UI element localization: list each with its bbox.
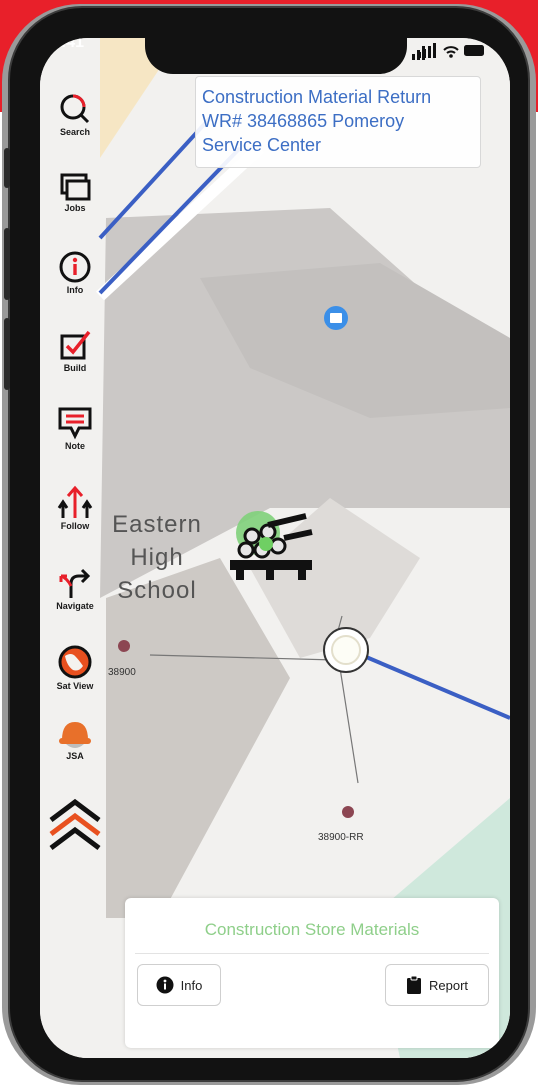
phone-screen: 9:41 Construction Material Return WR# 38… <box>40 38 510 1058</box>
info-circle-icon <box>156 976 174 994</box>
jsa-button[interactable]: JSA <box>40 716 110 761</box>
globe-icon <box>58 645 92 679</box>
panel-title: Construction Store Materials <box>204 920 420 939</box>
jobs-icon <box>60 173 91 201</box>
status-icons <box>418 43 484 58</box>
info-tool-button[interactable]: Info <box>40 250 110 295</box>
follow-icon <box>57 485 93 518</box>
jobs-label: Jobs <box>64 203 86 213</box>
point-label-38900: 38900 <box>108 667 136 678</box>
title-line-3: Service Center <box>202 135 322 155</box>
volume-down-button <box>4 318 10 390</box>
mute-switch <box>4 148 10 188</box>
title-line-1: Construction Material Return <box>202 87 432 107</box>
jobs-button[interactable]: Jobs <box>40 172 110 213</box>
navigate-icon <box>59 568 91 598</box>
note-icon <box>58 407 92 440</box>
info-button-label: Info <box>180 977 203 993</box>
note-button[interactable]: Note <box>40 406 110 451</box>
panel-divider <box>135 953 489 954</box>
material-panel: Construction Store Materials Info Report <box>125 898 499 1048</box>
search-label: Search <box>59 127 91 137</box>
title-line-2: WR# 38468865 Pomeroy <box>202 111 405 131</box>
report-button[interactable]: Report <box>385 964 489 1006</box>
point-38900-rr-marker <box>342 806 354 818</box>
info-button[interactable]: Info <box>137 964 221 1006</box>
work-request-title[interactable]: Construction Material Return WR# 3846886… <box>195 76 481 168</box>
tool-sidebar: Search Jobs Info Build Note Follow Navig… <box>40 82 110 902</box>
double-chevron-up-icon <box>49 798 101 850</box>
follow-label: Follow <box>60 521 90 531</box>
school-label-line-1: Eastern <box>112 511 202 538</box>
status-time: 9:41 <box>52 38 85 51</box>
school-label-line-3: School <box>117 577 197 604</box>
note-label: Note <box>65 441 85 451</box>
report-button-label: Report <box>428 977 469 993</box>
volume-up-button <box>4 228 10 300</box>
navigate-button[interactable]: Navigate <box>40 564 110 611</box>
jsa-label: JSA <box>66 751 84 761</box>
info-tool-label: Info <box>66 285 84 295</box>
hard-hat-icon <box>59 722 91 748</box>
build-label: Build <box>63 363 87 373</box>
sat-view-label: Sat View <box>56 681 94 691</box>
build-button[interactable]: Build <box>40 328 110 373</box>
phone-notch <box>145 38 407 74</box>
build-icon <box>60 330 91 360</box>
school-label: Eastern High School <box>102 508 212 607</box>
sat-view-button[interactable]: Sat View <box>40 644 110 691</box>
school-label-line-2: High <box>130 544 184 571</box>
expand-toolbar-button[interactable] <box>40 794 110 854</box>
search-icon <box>60 94 90 124</box>
search-button[interactable]: Search <box>40 92 110 137</box>
navigate-label: Navigate <box>56 601 94 611</box>
clipboard-icon <box>406 975 421 994</box>
follow-button[interactable]: Follow <box>40 484 110 531</box>
point-label-38900-rr: 38900-RR <box>318 832 364 843</box>
info-icon <box>59 251 91 283</box>
point-38900-marker <box>118 640 130 652</box>
